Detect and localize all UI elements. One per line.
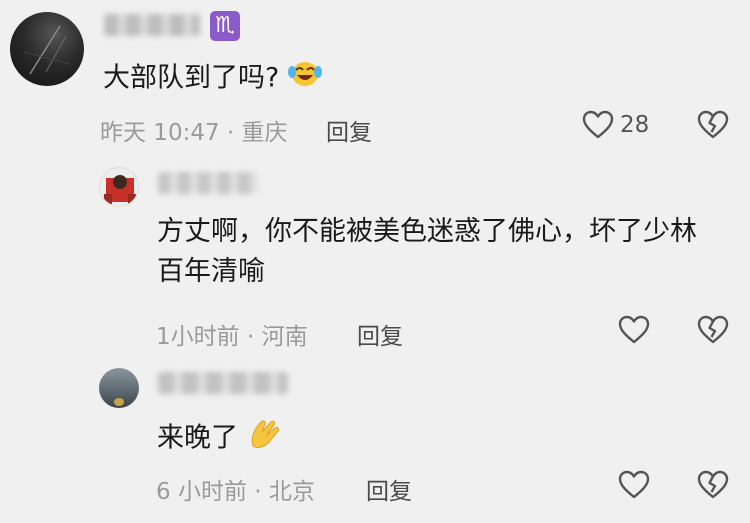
heart-icon xyxy=(618,470,650,500)
reply-button[interactable]: 回复 xyxy=(326,113,372,147)
like-button[interactable] xyxy=(618,470,650,500)
dislike-button[interactable] xyxy=(697,315,729,345)
username-blurred[interactable] xyxy=(158,372,288,394)
avatar[interactable] xyxy=(99,368,139,408)
laughing-crying-emoji xyxy=(287,58,322,100)
like-count: 28 xyxy=(620,112,650,138)
reply-button[interactable]: 回复 xyxy=(366,472,412,506)
broken-heart-icon xyxy=(697,110,729,140)
clap-hands-emoji xyxy=(247,416,287,462)
dislike-button[interactable] xyxy=(697,470,729,500)
reply-text: 来晚了 xyxy=(157,416,287,462)
avatar[interactable] xyxy=(10,12,84,86)
heart-icon xyxy=(618,315,650,345)
broken-heart-icon xyxy=(697,315,729,345)
comment-text-body: 大部队到了吗? xyxy=(103,62,280,94)
zodiac-badge: ♏ xyxy=(210,11,240,41)
reply-button[interactable]: 回复 xyxy=(357,317,403,351)
reply-meta: 1小时前 · 河南 xyxy=(156,324,308,350)
reply-text-body: 来晚了 xyxy=(157,422,238,454)
comment-meta: 昨天 10:47 · 重庆 xyxy=(100,120,288,146)
username-blurred[interactable] xyxy=(158,172,258,194)
comment-text: 大部队到了吗? xyxy=(103,58,322,100)
reply-text: 方丈啊，你不能被美色迷惑了佛心，坏了少林百年清喻 xyxy=(157,216,697,287)
heart-icon xyxy=(582,110,614,140)
broken-heart-icon xyxy=(697,470,729,500)
dislike-button[interactable] xyxy=(697,110,729,140)
like-button[interactable] xyxy=(618,315,650,345)
reply-meta: 6 小时前 · 北京 xyxy=(156,479,315,505)
username-blurred[interactable] xyxy=(104,14,200,36)
like-button[interactable]: 28 xyxy=(582,110,649,140)
avatar[interactable] xyxy=(99,167,139,207)
